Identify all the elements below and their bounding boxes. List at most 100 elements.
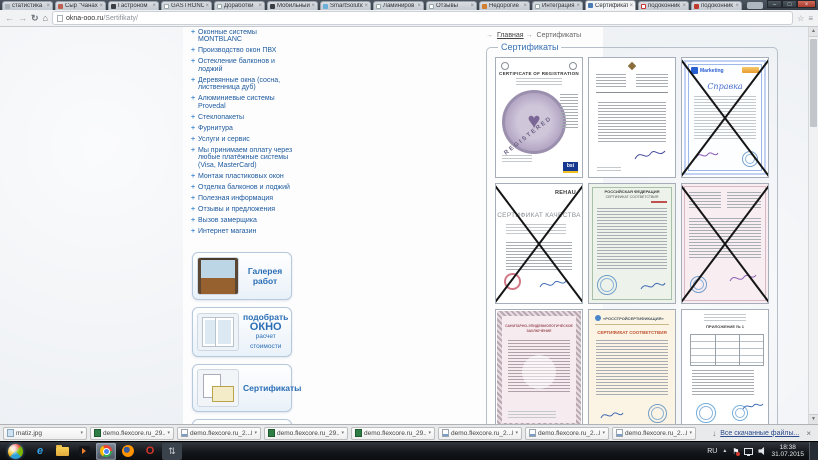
taskbar-firefox-icon[interactable] — [118, 443, 138, 460]
tray-expand-icon[interactable]: ▲ — [722, 448, 727, 454]
sidebar-item-oplata[interactable]: Мы принимаем оплату через любые платёжны… — [191, 147, 299, 170]
download-caret-icon[interactable]: ▾ — [341, 430, 344, 436]
download-caret-icon[interactable]: ▾ — [428, 430, 431, 436]
tab-close-icon[interactable]: × — [258, 3, 262, 9]
tab-close-icon[interactable]: × — [152, 3, 156, 9]
scrollbar-down-icon[interactable]: ▼ — [809, 414, 818, 424]
tab-close-icon[interactable]: × — [417, 3, 421, 9]
tab-dorabotki[interactable]: Доработки× — [214, 1, 265, 10]
certificate-thumb-rosstroy[interactable]: «РОССТРОЙСЕРТИФИКАЦИЯ» СЕРТИФИКАТ СООТВЕ… — [588, 309, 676, 424]
forward-icon[interactable]: → — [18, 14, 27, 23]
certificate-thumb-bsi[interactable]: CERTIFICATE OF REGISTRATION ♥ REGISTERED… — [495, 57, 583, 178]
tab-close-icon[interactable]: × — [205, 3, 209, 9]
download-item[interactable]: demo.flexcore.ru_29....csv▾ — [264, 427, 348, 440]
taskbar-chrome-icon[interactable] — [96, 443, 116, 460]
tab-close-icon[interactable]: × — [311, 3, 315, 9]
tab-close-icon[interactable]: × — [735, 3, 739, 9]
taskbar-explorer-icon[interactable] — [52, 443, 72, 460]
sidebar-item-steklopakety[interactable]: Стеклопакеты — [191, 114, 299, 122]
download-caret-icon[interactable]: ▾ — [515, 430, 518, 436]
sidebar-item-otdelka[interactable]: Отделка балконов и лоджий — [191, 184, 299, 192]
sidebar-item-magazin[interactable]: Интернет магазин — [191, 228, 299, 236]
address-bar[interactable]: okna-ooo.ru/Sertifikaty/ — [52, 11, 793, 25]
sidebar-item-osteklenie[interactable]: Остекление балконов и лоджий — [191, 58, 299, 73]
bookmark-star-icon[interactable]: ☆ — [797, 14, 804, 23]
tab-podokonnik-2[interactable]: подоконник× — [691, 1, 742, 10]
tab-close-icon[interactable]: × — [46, 3, 50, 9]
sidebar-item-zamershik[interactable]: Вызов замерщика — [191, 217, 299, 225]
scrollbar[interactable]: ▲ ▼ — [808, 27, 818, 424]
download-caret-icon[interactable]: ▾ — [254, 430, 257, 436]
sidebar-item-furnitura[interactable]: Фурнитура — [191, 125, 299, 133]
volume-icon[interactable] — [758, 447, 766, 455]
download-item[interactable]: demo.flexcore.ru_2...html▾ — [525, 427, 609, 440]
breadcrumb-home-link[interactable]: Главная — [497, 32, 524, 39]
tab-close-icon[interactable]: × — [470, 3, 474, 9]
home-icon[interactable]: ⌂ — [43, 14, 48, 23]
certificate-thumb-conformity-green[interactable]: РОССИЙСКАЯ ФЕДЕРАЦИЯ СЕРТИФИКАТ СООТВЕТС… — [588, 183, 676, 304]
tab-laminirovanie[interactable]: Ламиниров× — [373, 1, 424, 10]
widget-gallery[interactable]: Галерея работ — [192, 252, 292, 300]
show-desktop-button[interactable] — [809, 442, 818, 460]
download-item[interactable]: matiz.jpg▾ — [3, 427, 87, 440]
minimize-button[interactable]: – — [767, 0, 782, 8]
tab-close-icon[interactable]: × — [629, 3, 633, 9]
sidebar-item-uslugi[interactable]: Услуги и сервис — [191, 136, 299, 144]
tab-gastronom-ru[interactable]: Гастроном× — [108, 1, 159, 10]
language-indicator[interactable]: RU — [707, 448, 717, 455]
sidebar-item-poleznaya[interactable]: Полезная информация — [191, 195, 299, 203]
tab-syr-chanah[interactable]: Сыр "Чанах"× — [55, 1, 106, 10]
certificate-thumb-appendix[interactable]: ПРИЛОЖЕНИЕ № 1 — [681, 309, 769, 424]
menu-icon[interactable]: ≡ — [808, 14, 813, 23]
download-item[interactable]: demo.flexcore.ru_2...html▾ — [177, 427, 261, 440]
certificate-thumb-rehau[interactable]: REHAU СЕРТИФИКАТ КАЧЕСТВА — [495, 183, 583, 304]
taskbar-opera-icon[interactable]: O — [140, 443, 160, 460]
new-tab-button[interactable] — [747, 2, 763, 9]
tab-podokonnik-1[interactable]: подоконник× — [638, 1, 689, 10]
sidebar-item-montazh[interactable]: Монтаж пластиковых окон — [191, 173, 299, 181]
sidebar-item-aluminievye[interactable]: Алюминиевые системы Provedal — [191, 95, 299, 110]
start-button[interactable] — [8, 444, 23, 459]
widget-certificates[interactable]: Сертификаты — [192, 364, 292, 412]
network-icon[interactable] — [744, 448, 753, 455]
sidebar-item-proizvodstvo[interactable]: Производство окон ПВХ — [191, 47, 299, 55]
taskbar-ie-icon[interactable]: e — [30, 443, 50, 460]
certificate-thumb-letter[interactable] — [588, 57, 676, 178]
downloads-bar-close-icon[interactable]: × — [806, 429, 811, 438]
tab-close-icon[interactable]: × — [364, 3, 368, 9]
taskbar-updown-icon[interactable]: ⇅ — [162, 443, 182, 460]
tab-gastronom-en[interactable]: GASTRONOM× — [161, 1, 212, 10]
tab-close-icon[interactable]: × — [99, 3, 103, 9]
certificate-thumb-marketing[interactable]: Marketing Справка — [681, 57, 769, 178]
tab-integracia[interactable]: Интеграция× — [532, 1, 583, 10]
tab-mobilny[interactable]: Мобильный× — [267, 1, 318, 10]
sidebar-item-otzyvy[interactable]: Отзывы и предложения — [191, 206, 299, 214]
tab-smartsolutions[interactable]: SmartSolutio× — [320, 1, 371, 10]
close-button[interactable]: × — [797, 0, 816, 8]
download-caret-icon[interactable]: ▾ — [602, 430, 605, 436]
tab-otzyvy[interactable]: Отзывы× — [426, 1, 477, 10]
back-icon[interactable]: ← — [5, 14, 14, 23]
certificate-thumb-sanitary[interactable]: САНИТАРНО-ЭПИДЕМИОЛОГИЧЕСКОЕ ЗАКЛЮЧЕНИЕ — [495, 309, 583, 424]
maximize-button[interactable]: □ — [782, 0, 797, 8]
sidebar-item-derevyannye[interactable]: Деревянные окна (сосна, лиственница дуб) — [191, 77, 299, 92]
widget-window-calculator[interactable]: подобрать ОКНО расчет стоимости — [192, 307, 292, 357]
download-caret-icon[interactable]: ▾ — [689, 430, 692, 436]
tab-close-icon[interactable]: × — [682, 3, 686, 9]
tab-nedorogie[interactable]: Недорогие× — [479, 1, 530, 10]
download-caret-icon[interactable]: ▾ — [167, 430, 170, 436]
sidebar-item-montblanc[interactable]: Оконные системы MONTBLANC — [191, 29, 299, 44]
action-center-flag-icon[interactable]: ⚑ — [732, 447, 739, 456]
reload-icon[interactable]: ↻ — [31, 14, 39, 23]
tab-close-icon[interactable]: × — [523, 3, 527, 9]
download-item[interactable]: demo.flexcore.ru_29....csv▾ — [90, 427, 174, 440]
show-all-downloads-link[interactable]: Все скачанные файлы... — [720, 430, 799, 437]
scrollbar-up-icon[interactable]: ▲ — [809, 27, 818, 37]
certificate-thumb-conformity-pink[interactable] — [681, 183, 769, 304]
download-item[interactable]: demo.flexcore.ru_2...html▾ — [612, 427, 696, 440]
taskbar-media-player-icon[interactable] — [74, 443, 94, 460]
tab-sertifikaty-active[interactable]: Сертификат× — [585, 0, 636, 10]
download-item[interactable]: demo.flexcore.ru_29....csv▾ — [351, 427, 435, 440]
download-item[interactable]: demo.flexcore.ru_2...html▾ — [438, 427, 522, 440]
scrollbar-thumb[interactable] — [810, 39, 817, 127]
